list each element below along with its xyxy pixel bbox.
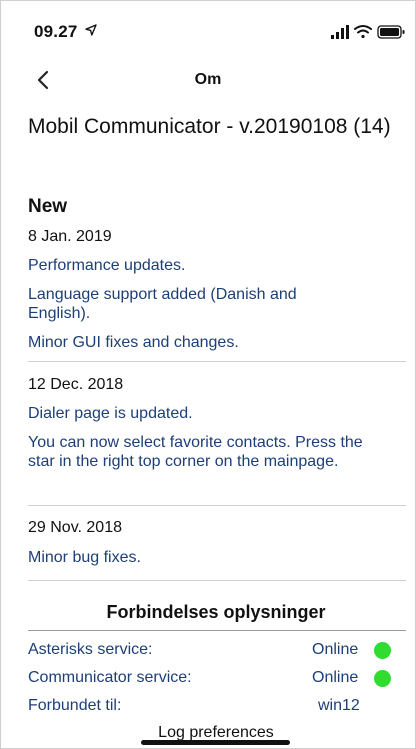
- page-title: Om: [194, 71, 222, 88]
- connection-info-heading: Forbindelses oplysninger: [106, 602, 326, 622]
- changelog-heading: New: [28, 196, 68, 217]
- divider: [28, 505, 406, 506]
- status-bar: 09.27: [0, 0, 416, 46]
- cellular-signal-icon: [331, 25, 349, 39]
- changelog-date: 12 Dec. 2018: [28, 376, 124, 393]
- connected-to-label: Forbundet til:: [28, 697, 122, 714]
- connected-to-value: win12: [318, 697, 360, 714]
- battery-icon: [377, 25, 405, 39]
- screen-frame: [0, 0, 416, 749]
- divider: [28, 361, 406, 362]
- changelog-item: Minor bug fixes.: [28, 549, 141, 566]
- divider: [28, 630, 406, 631]
- online-status-dot: [374, 642, 391, 659]
- changelog-item: Dialer page is updated.: [28, 405, 193, 422]
- wifi-icon: [354, 25, 372, 39]
- changelog-date: 29 Nov. 2018: [28, 519, 122, 536]
- asterisks-service-label: Asterisks service:: [28, 641, 153, 658]
- communicator-service-status: Online: [312, 669, 359, 686]
- navigation-bar: Om: [0, 56, 416, 102]
- home-indicator: [141, 740, 290, 745]
- asterisks-service-status: Online: [312, 641, 359, 658]
- app-version-title: Mobil Communicator - v.20190108 (14): [28, 115, 391, 138]
- online-status-dot: [374, 670, 391, 687]
- changelog-item: Performance updates.: [28, 257, 186, 274]
- divider: [28, 580, 406, 581]
- location-arrow-icon: [85, 24, 97, 36]
- status-icons: [331, 25, 405, 39]
- communicator-service-label: Communicator service:: [28, 669, 192, 686]
- changelog-date: 8 Jan. 2019: [28, 228, 112, 245]
- changelog-item: Language support added (Danish and Engli…: [28, 286, 297, 322]
- changelog-item: Minor GUI fixes and changes.: [28, 334, 239, 351]
- changelog-item: You can now select favorite contacts. Pr…: [28, 434, 363, 470]
- status-time: 09.27: [34, 22, 78, 41]
